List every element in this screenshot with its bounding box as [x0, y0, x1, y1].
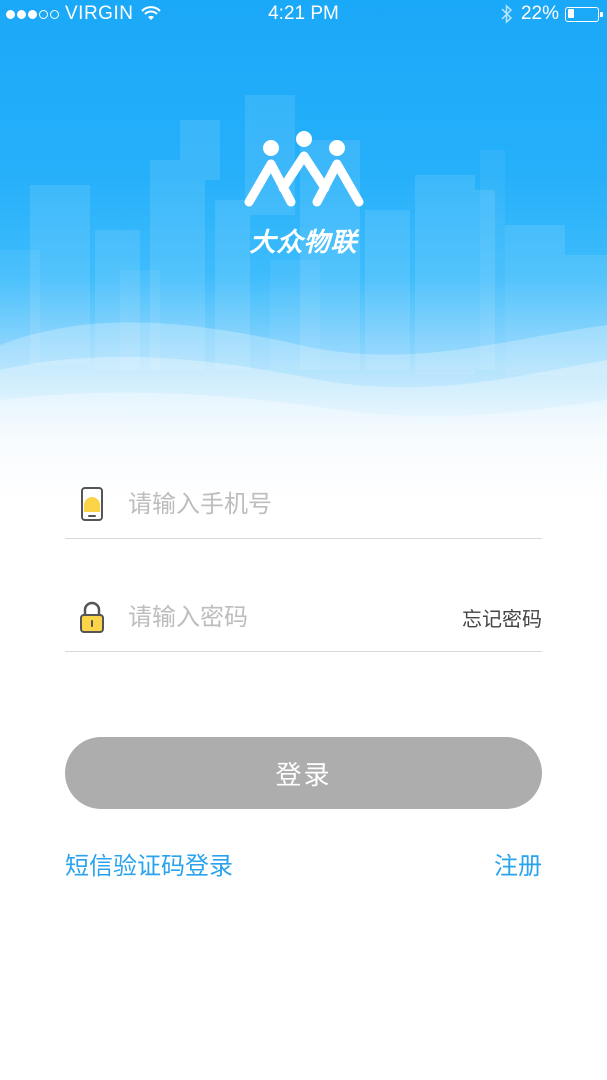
header-hero: VIRGIN 4:21 PM 22% 大众物联: [0, 0, 607, 500]
lock-icon: [80, 601, 104, 633]
battery-percent: 22%: [520, 3, 559, 24]
brand-name: 大众物联: [249, 228, 358, 258]
sms-login-link[interactable]: 短信验证码登录: [65, 846, 233, 881]
status-bar: VIRGIN 4:21 PM 22%: [0, 0, 607, 30]
bluetooth-icon: [501, 4, 513, 24]
login-button[interactable]: 登录: [65, 737, 542, 809]
phone-input[interactable]: [128, 484, 428, 524]
password-field: 忘记密码: [65, 587, 542, 652]
three-people-logo-icon: [244, 131, 364, 207]
phone-field: [65, 474, 542, 539]
mobile-phone-icon: [81, 487, 103, 521]
password-input[interactable]: [128, 597, 428, 637]
forgot-password-link[interactable]: 忘记密码: [462, 603, 542, 632]
register-link[interactable]: 注册: [494, 846, 542, 881]
status-right: 22%: [501, 3, 603, 25]
battery-icon: [565, 6, 603, 22]
